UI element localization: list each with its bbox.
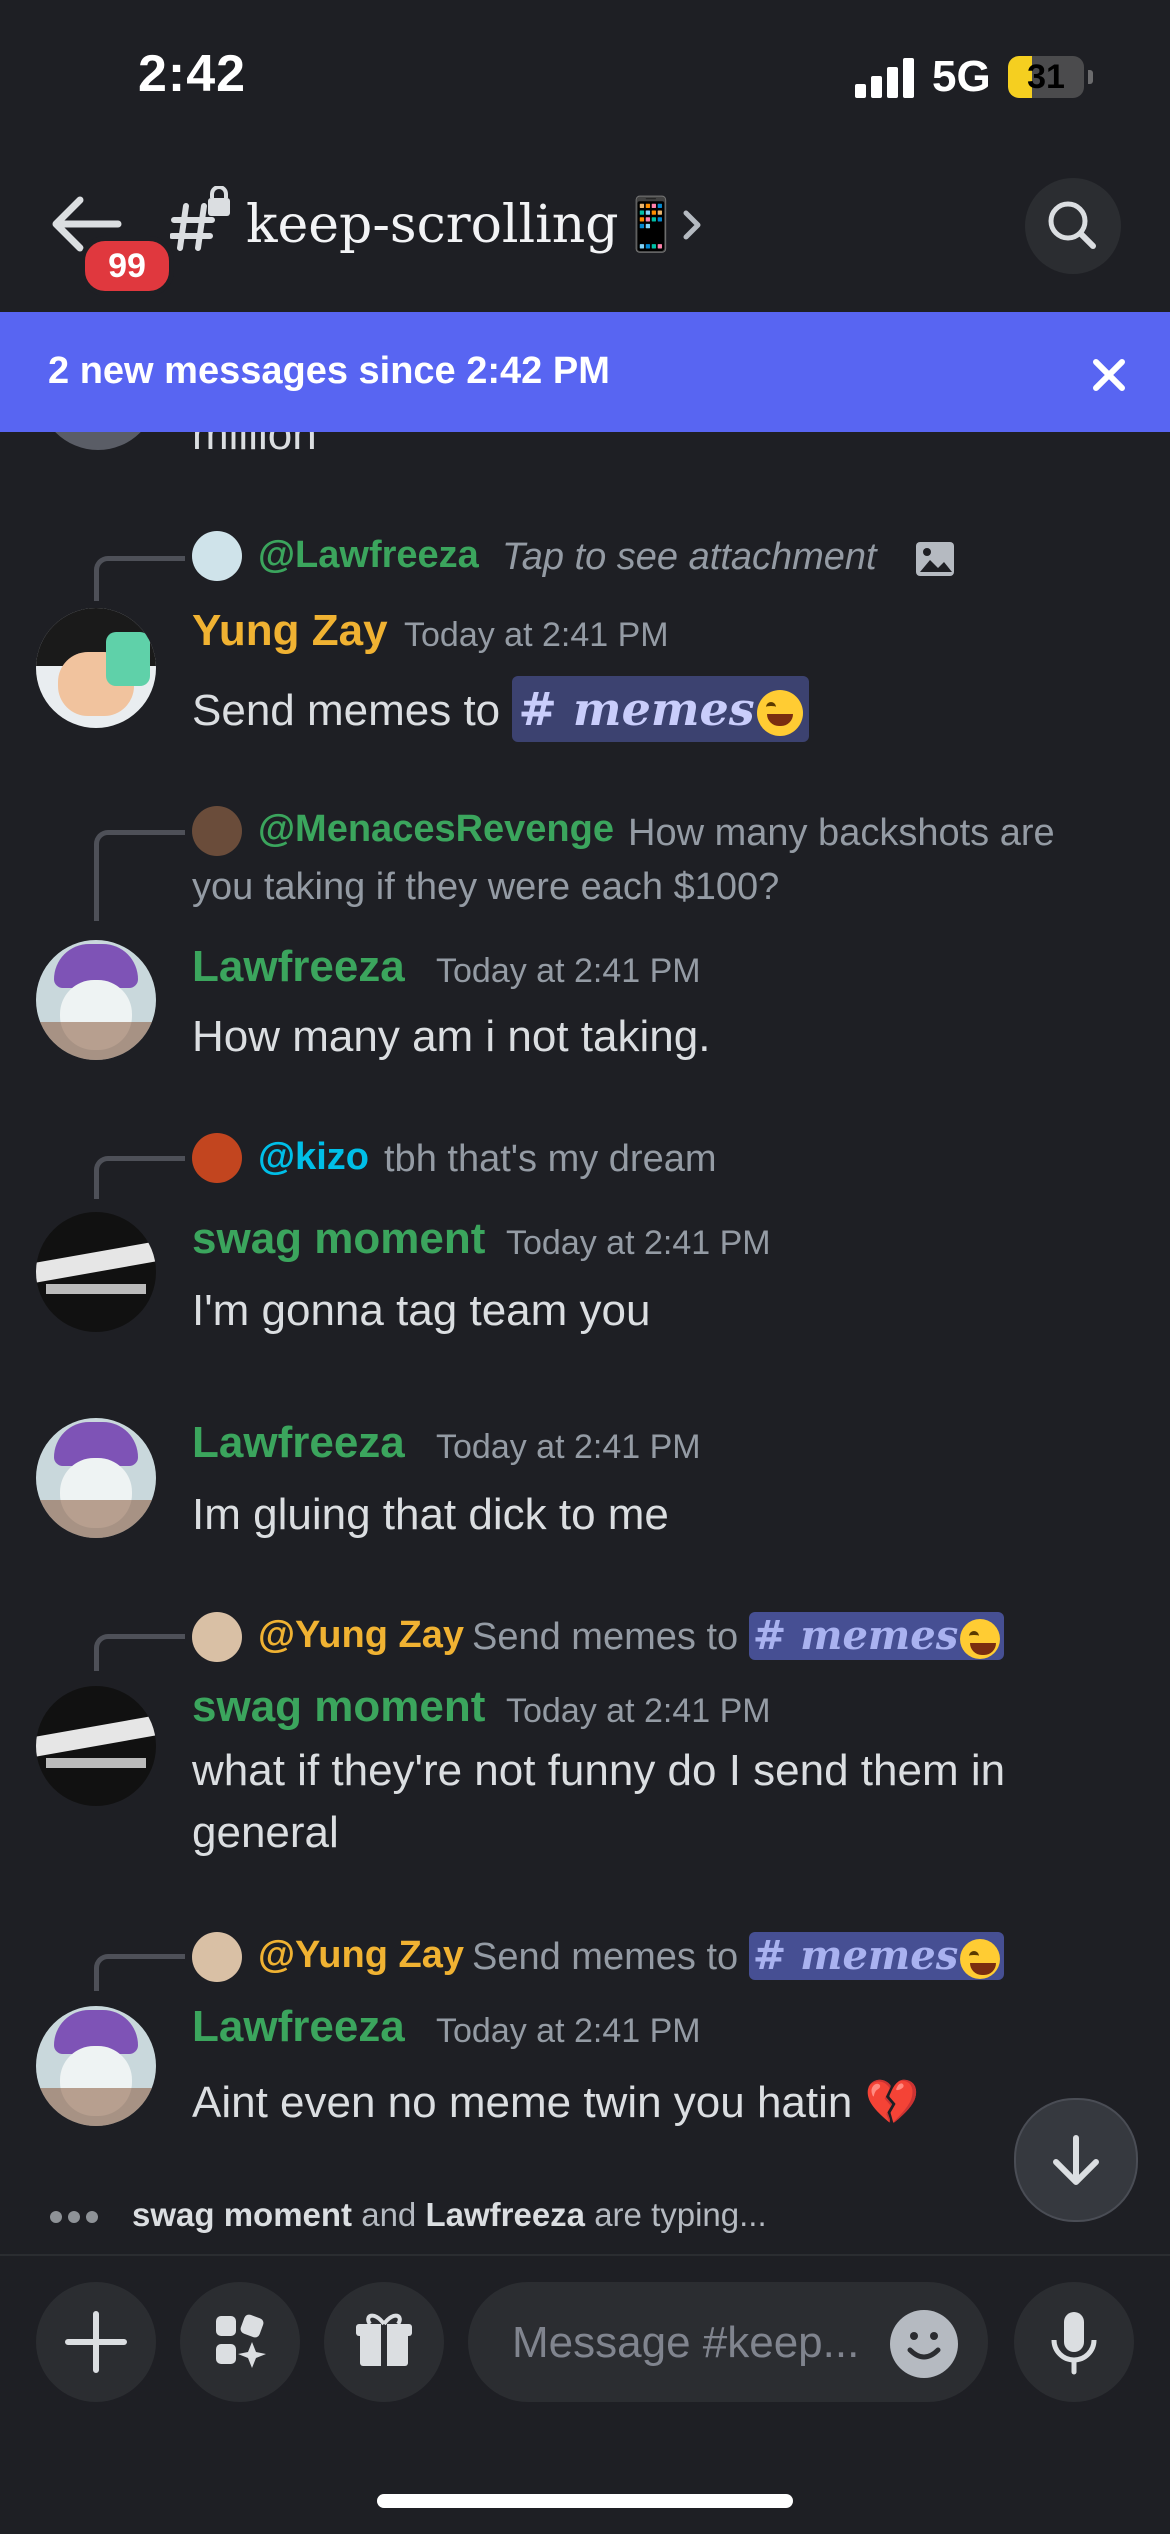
- avatar[interactable]: [36, 1686, 156, 1806]
- avatar[interactable]: [36, 940, 156, 1060]
- clock: 2:42: [138, 45, 247, 103]
- laughing-emoji: [960, 1939, 1001, 1979]
- gift-button[interactable]: [324, 2282, 444, 2402]
- typing-suffix: are typing...: [585, 2196, 767, 2233]
- home-indicator: [377, 2494, 793, 2508]
- message-text: How many am i not taking.: [192, 1012, 711, 1061]
- username[interactable]: Lawfreeza: [192, 942, 405, 992]
- typing-user: Lawfreeza: [425, 2196, 586, 2233]
- laughing-emoji: [960, 1619, 1001, 1659]
- search-icon: [1048, 201, 1096, 249]
- channel-mention-label: # memes: [752, 1932, 959, 1979]
- channel-mention[interactable]: # memes: [748, 1612, 1005, 1660]
- microphone-icon: [1051, 2312, 1097, 2375]
- network-type: 5G: [932, 52, 991, 101]
- timestamp: Today at 2:41 PM: [506, 1224, 771, 1262]
- channel-name: keep-scrolling: [246, 195, 619, 255]
- apps-button[interactable]: [180, 2282, 300, 2402]
- channel-mention-label: # memes: [752, 1612, 959, 1659]
- reply-username[interactable]: @Yung Zay: [258, 1934, 464, 1977]
- reply-connector: [94, 1156, 185, 1199]
- message-text-part: Aint even no meme twin you hatin: [192, 2078, 865, 2127]
- reply-preview[interactable]: Tap to see attachment: [502, 530, 877, 584]
- broken-heart-emoji: 💔: [864, 2077, 920, 2128]
- timestamp: Today at 2:41 PM: [436, 952, 701, 990]
- arrow-down-icon: [1053, 2135, 1099, 2185]
- unread-badge: 99: [80, 236, 174, 296]
- reply-connector: [94, 556, 185, 601]
- username[interactable]: Yung Zay: [192, 606, 388, 656]
- voice-message-button[interactable]: [1014, 2282, 1134, 2402]
- avatar[interactable]: [36, 608, 156, 728]
- reply-username[interactable]: @kizo: [258, 1136, 369, 1179]
- gift-icon: [356, 2313, 412, 2366]
- laughing-emoji: [756, 690, 803, 736]
- message-text-part: Send memes to: [192, 686, 513, 735]
- plus-icon: [65, 2311, 127, 2373]
- reply-avatar: [192, 531, 242, 581]
- avatar[interactable]: [36, 2006, 156, 2126]
- phone-emoji: 📱: [618, 195, 684, 255]
- channel-mention[interactable]: # memes: [748, 1932, 1005, 1980]
- reply-avatar: [192, 1612, 242, 1662]
- new-messages-text: 2 new messages since 2:42 PM: [48, 350, 610, 392]
- timestamp: Today at 2:41 PM: [506, 1692, 771, 1730]
- typing-joiner: and: [352, 2196, 426, 2233]
- message-text: Send memes to # memes: [192, 676, 809, 742]
- username[interactable]: swag moment: [192, 1682, 485, 1732]
- message-text: what if they're not funny do I send them…: [192, 1746, 1006, 1857]
- emoji-icon[interactable]: [890, 2310, 958, 2378]
- search-button[interactable]: [1025, 178, 1121, 274]
- chevron-right-icon[interactable]: [680, 205, 706, 245]
- username[interactable]: Lawfreeza: [192, 2002, 405, 2052]
- battery-nub: [1088, 70, 1093, 84]
- image-icon: [916, 542, 954, 576]
- reply-connector: [94, 830, 185, 921]
- channel-title[interactable]: keep-scrolling📱: [246, 194, 683, 255]
- message-text: Im gluing that dick to me: [192, 1490, 669, 1539]
- reply-preview[interactable]: Send memes to # memes: [472, 1610, 1005, 1664]
- signal-icon: [855, 58, 915, 98]
- battery-percent: 31: [1027, 58, 1065, 96]
- username[interactable]: swag moment: [192, 1214, 485, 1264]
- avatar[interactable]: [36, 1418, 156, 1538]
- reply-avatar: [192, 1133, 242, 1183]
- typing-indicator-icon: [50, 2210, 104, 2228]
- channel-mention-label: # memes: [518, 682, 755, 736]
- message-text: I'm gonna tag team you: [192, 1286, 651, 1335]
- add-attachment-button[interactable]: [36, 2282, 156, 2402]
- reply-connector: [94, 1634, 185, 1671]
- typing-user: swag moment: [132, 2196, 353, 2233]
- reply-avatar: [192, 1932, 242, 1982]
- apps-icon: [216, 2314, 266, 2368]
- reply-preview-text: Send memes to: [472, 1936, 739, 1978]
- reply-preview[interactable]: Send memes to # memes: [472, 1930, 1005, 1984]
- message-text: Aint even no meme twin you hatin 💔: [192, 2072, 919, 2134]
- battery-icon: 31: [1008, 56, 1084, 98]
- hash-lock-icon: [170, 186, 230, 251]
- close-icon[interactable]: [1088, 354, 1130, 396]
- reply-username[interactable]: @Yung Zay: [258, 1614, 464, 1657]
- reply-preview[interactable]: How many backshots are you taking if the…: [192, 806, 1092, 914]
- message-placeholder: Message #keep...: [512, 2318, 860, 2367]
- timestamp: Today at 2:41 PM: [404, 616, 669, 654]
- avatar[interactable]: [36, 1212, 156, 1332]
- username[interactable]: Lawfreeza: [192, 1418, 405, 1468]
- timestamp: Today at 2:41 PM: [436, 2012, 701, 2050]
- jump-to-present-button[interactable]: [1014, 2098, 1138, 2222]
- reply-username[interactable]: @Lawfreeza: [258, 534, 479, 577]
- timestamp: Today at 2:41 PM: [436, 1428, 701, 1466]
- typing-indicator: swag moment and Lawfreeza are typing...: [132, 2196, 767, 2234]
- channel-mention[interactable]: # memes: [512, 676, 809, 742]
- reply-preview-text: Send memes to: [472, 1616, 739, 1658]
- reply-connector: [94, 1954, 185, 1991]
- reply-preview[interactable]: tbh that's my dream: [384, 1132, 717, 1186]
